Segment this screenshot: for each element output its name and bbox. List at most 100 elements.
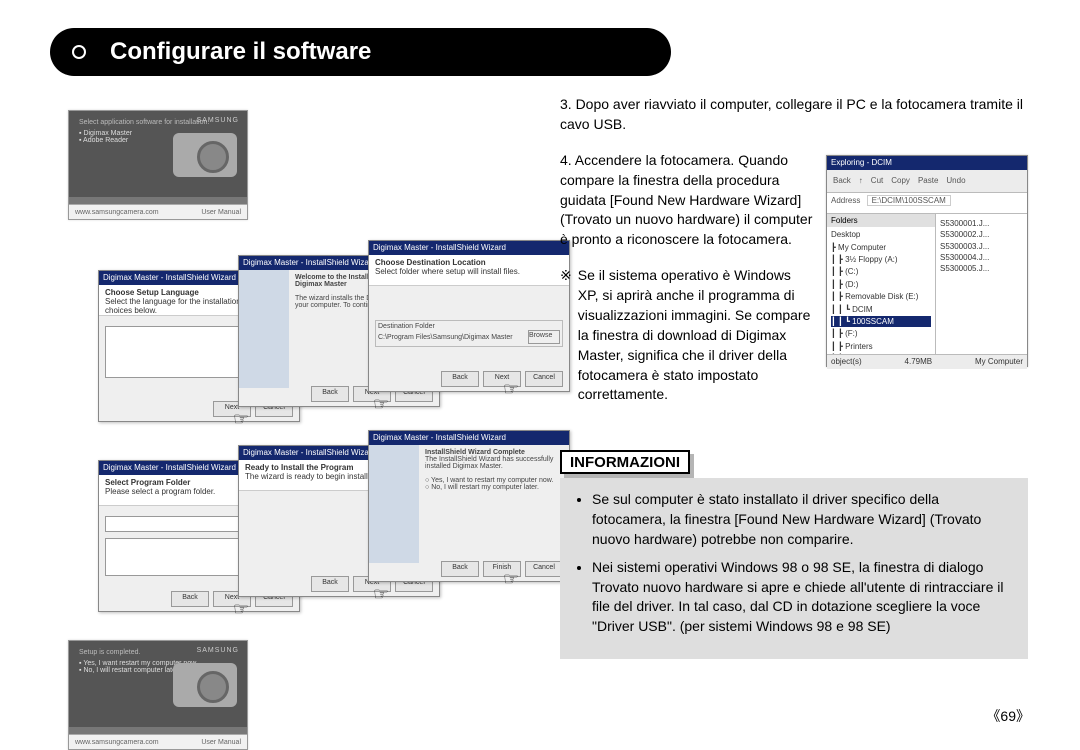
installer-dark-panel: SAMSUNG Setup is completed. ▪ Yes, I wan… [69,641,247,727]
wizard-body: Destination Folder C:\Program Files\Sams… [369,286,569,374]
note-block: ※ Se il sistema operativo è Windows XP, … [560,266,815,405]
installer-footer: www.samsungcamera.com User Manual [69,734,247,749]
file-item[interactable]: S5300002.J... [940,229,1023,240]
toolbar-copy[interactable]: Copy [891,175,910,186]
wizard-sidebar-graphic [239,270,289,388]
brand-label: SAMSUNG [197,117,239,124]
explorer-title: Exploring - DCIM [827,156,1027,170]
file-list[interactable]: S5300001.J... S5300002.J... S5300003.J..… [936,214,1027,354]
radio-restart-now[interactable]: Yes, I want to restart my computer now. [431,477,553,484]
info-header-wrap: INFORMAZIONI [560,450,1028,478]
cursor-icon [233,599,247,617]
tree-item[interactable]: ┃ ┣ (C:) [831,266,931,277]
wizard-body: InstallShield Wizard Complete The Instal… [369,445,569,563]
cursor-icon [233,409,247,427]
wizard-dest-sub: Select folder where setup will install f… [375,267,520,276]
file-item[interactable]: S5300001.J... [940,218,1023,229]
wizard-titlebar: Digimax Master - InstallShield Wizard [369,431,569,445]
wizard-lang-header: Choose Setup Language [105,288,199,297]
toolbar-undo[interactable]: Undo [946,175,965,186]
wizard-ready-header: Ready to Install the Program [245,463,353,472]
tree-item[interactable]: ┣ My Computer [831,242,931,253]
back-button[interactable]: Back [441,371,479,387]
right-text-column: 3. Dopo aver riavviato il computer, coll… [560,95,1028,421]
wizard-complete-sub: The InstallShield Wizard has successfull… [425,456,553,470]
cursor-icon [373,584,387,602]
info-section: INFORMAZIONI Se sul computer è stato ins… [560,450,1028,659]
wizard-destination: Digimax Master - InstallShield Wizard Ch… [368,240,570,392]
back-button[interactable]: Back [311,576,349,592]
address-path[interactable]: E:\DCIM\100SSCAM [867,195,951,206]
installer-item-b2: No, I will restart computer later. [83,667,179,674]
step-4-text: 4. Accendere la fotocamera. Quando compa… [560,151,815,250]
installer-url: www.samsungcamera.com [75,739,159,746]
back-button[interactable]: Back [441,561,479,577]
info-item-2: Nei sistemi operativi Windows 98 o 98 SE… [592,558,1012,638]
cursor-icon [373,394,387,412]
brand-label: SAMSUNG [197,647,239,654]
step-3-text: 3. Dopo aver riavviato il computer, coll… [560,95,1028,135]
cancel-button[interactable]: Cancel [525,561,563,577]
tree-item[interactable]: ┃ ┣ (F:) [831,328,931,339]
page-title-bar: Configurare il software [50,22,671,82]
windows-explorer-screenshot: Exploring - DCIM Back ↑ Cut Copy Paste U… [826,155,1028,367]
installer-footer: www.samsungcamera.com User Manual [69,204,247,219]
camera-icon [173,133,237,177]
tree-item[interactable]: ┃ ┣ (D:) [831,279,931,290]
tree-item[interactable]: ┃ ┃ ┗ DCIM [831,304,931,315]
camera-icon [173,663,237,707]
explorer-body: Folders Desktop ┣ My Computer ┃ ┣ 3½ Flo… [827,214,1027,354]
wizard-dest-header: Choose Destination Location [375,258,486,267]
file-item[interactable]: S5300005.J... [940,263,1023,274]
tree-item[interactable]: ┃ ┣ Dial-Up Networking [831,353,931,354]
file-item[interactable]: S5300003.J... [940,241,1023,252]
back-button[interactable]: Back [171,591,209,607]
toolbar-cut[interactable]: Cut [871,175,883,186]
explorer-status-bar: object(s) 4.79MB My Computer [827,354,1027,369]
wizard-folder-header: Select Program Folder [105,478,190,487]
installer-item-2: Adobe Reader [83,137,128,144]
wizard-row-1: Digimax Master - InstallShield Wizard Ch… [68,240,508,420]
cursor-icon [503,569,517,587]
info-heading: INFORMAZIONI [560,450,690,474]
wizard-row-2: Digimax Master - InstallShield Wizard Se… [68,430,508,610]
page-title-pill: Configurare il software [50,28,671,76]
wizard-titlebar: Digimax Master - InstallShield Wizard [369,241,569,255]
camera-lens-icon [197,141,229,173]
toolbar-paste[interactable]: Paste [918,175,938,186]
toolbar-up[interactable]: ↑ [859,175,863,186]
cancel-button[interactable]: Cancel [525,371,563,387]
address-label: Address [831,196,860,205]
status-objects: object(s) [831,355,862,369]
dest-folder-label: Destination Folder [378,323,560,330]
back-button[interactable]: Back [311,386,349,402]
tree-item[interactable]: ┃ ┣ 3½ Floppy (A:) [831,254,931,265]
radio-restart-later[interactable]: No, I will restart my computer later. [431,484,539,491]
tree-item[interactable]: Desktop [831,229,931,240]
info-body: Se sul computer è stato installato il dr… [560,478,1028,659]
installer-screenshot-2: SAMSUNG Setup is completed. ▪ Yes, I wan… [68,640,248,750]
wizard-ready-sub: The wizard is ready to begin installatio… [245,472,387,481]
installer-user-manual: User Manual [201,739,241,746]
note-text: Se il sistema operativo è Windows XP, si… [578,266,815,405]
browse-button[interactable]: Browse [528,330,560,344]
installer-user-manual: User Manual [201,209,241,216]
wizard-header: Choose Destination Location Select folde… [369,255,569,286]
installer-dark-panel: SAMSUNG Select application software for … [69,111,247,197]
toolbar-back[interactable]: Back [833,175,851,186]
wizard-footer: Back Finish Cancel [441,561,563,577]
dest-path: C:\Program Files\Samsung\Digimax Master [378,334,513,341]
installer-item-1: Digimax Master [83,130,132,137]
title-bullet-icon [72,45,86,59]
explorer-address-bar[interactable]: Address E:\DCIM\100SSCAM [827,193,1027,214]
tree-item[interactable]: ┃ ┣ Removable Disk (E:) [831,291,931,302]
left-screenshots-column: SAMSUNG Select application software for … [68,110,508,750]
page-number: 《69》 [986,706,1030,726]
file-item[interactable]: S5300004.J... [940,252,1023,263]
wizard-complete: Digimax Master - InstallShield Wizard In… [368,430,570,582]
installer-screenshot-1: SAMSUNG Select application software for … [68,110,248,220]
camera-lens-icon [197,671,229,703]
tree-item-selected[interactable]: ┃ ┃ ┗ 100SSCAM [831,316,931,327]
tree-item[interactable]: ┃ ┣ Printers [831,341,931,352]
folder-tree[interactable]: Folders Desktop ┣ My Computer ┃ ┣ 3½ Flo… [827,214,936,354]
